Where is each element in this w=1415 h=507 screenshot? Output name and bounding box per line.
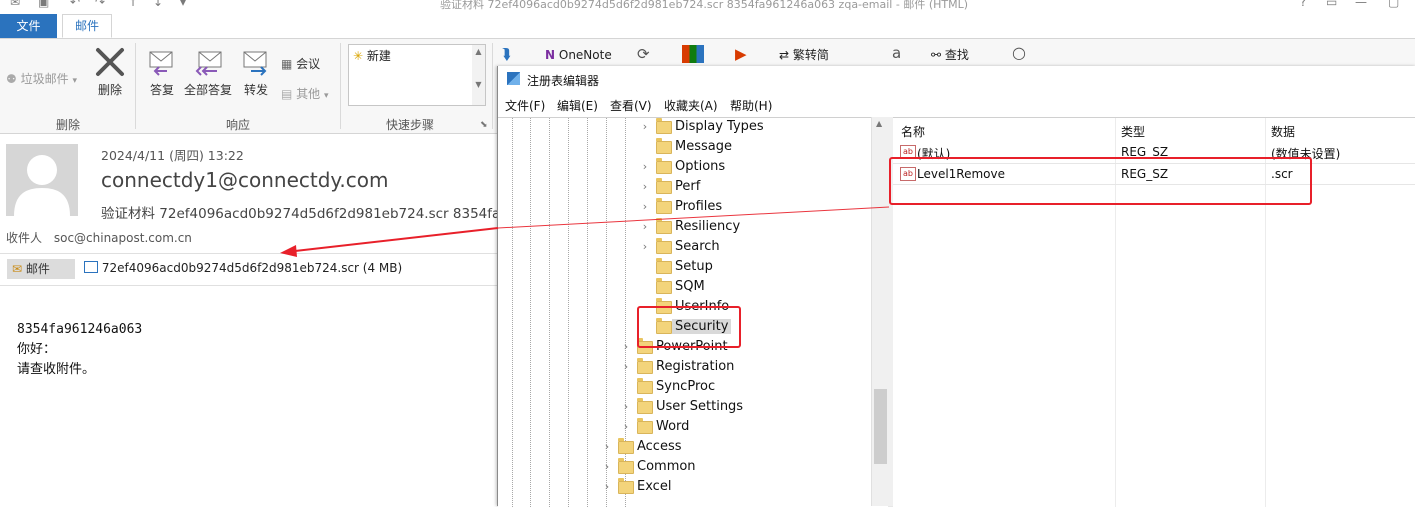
leader-line — [497, 206, 890, 229]
annotation-arrows — [280, 206, 890, 257]
arrow-line — [294, 227, 499, 252]
arrow-head-icon — [280, 245, 297, 257]
